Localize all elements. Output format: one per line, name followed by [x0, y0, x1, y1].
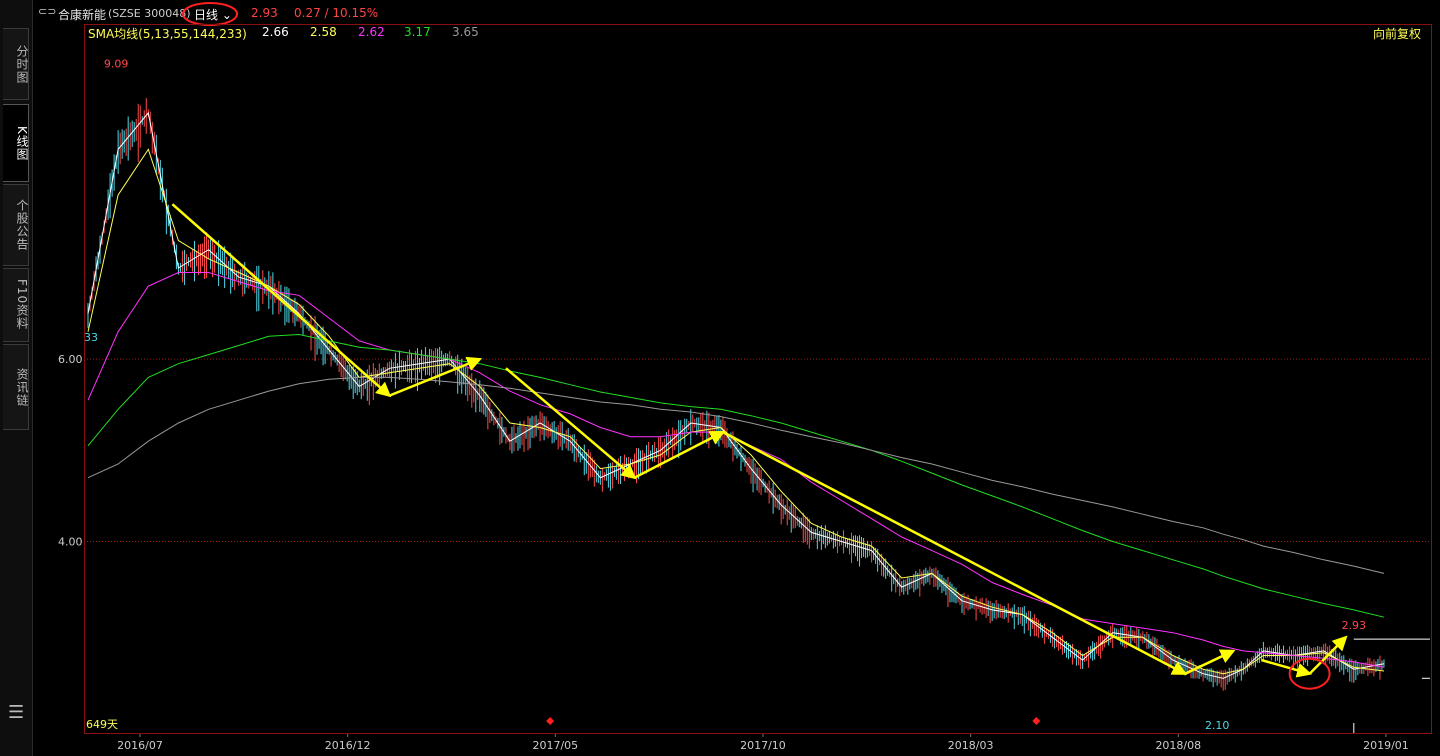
adjust-mode[interactable]: 向前复权 [1373, 25, 1421, 42]
x-tick-label: 2016/07 [117, 739, 163, 752]
indicator-name: SMA均线(5,13,55,144,233) [88, 27, 247, 41]
y-tick-label: 4.00 [58, 536, 83, 549]
sma5-value: 2.66 [262, 25, 289, 39]
period-highlight-circle [182, 2, 238, 26]
y-tick-label: 6.00 [58, 353, 83, 366]
chart-frame [84, 24, 1432, 734]
x-tick-label: 2016/12 [325, 739, 371, 752]
x-tick-label: 2018/08 [1155, 739, 1201, 752]
sma233-value: 3.65 [452, 25, 479, 39]
x-tick-label: 2019/01 [1363, 739, 1409, 752]
x-tick-label: 2017/05 [532, 739, 578, 752]
x-tick-label: 2018/03 [948, 739, 994, 752]
sma13-value: 2.58 [310, 25, 337, 39]
x-tick-label: 2017/10 [740, 739, 786, 752]
sma144-value: 3.17 [404, 25, 431, 39]
sma55-value: 2.62 [358, 25, 385, 39]
